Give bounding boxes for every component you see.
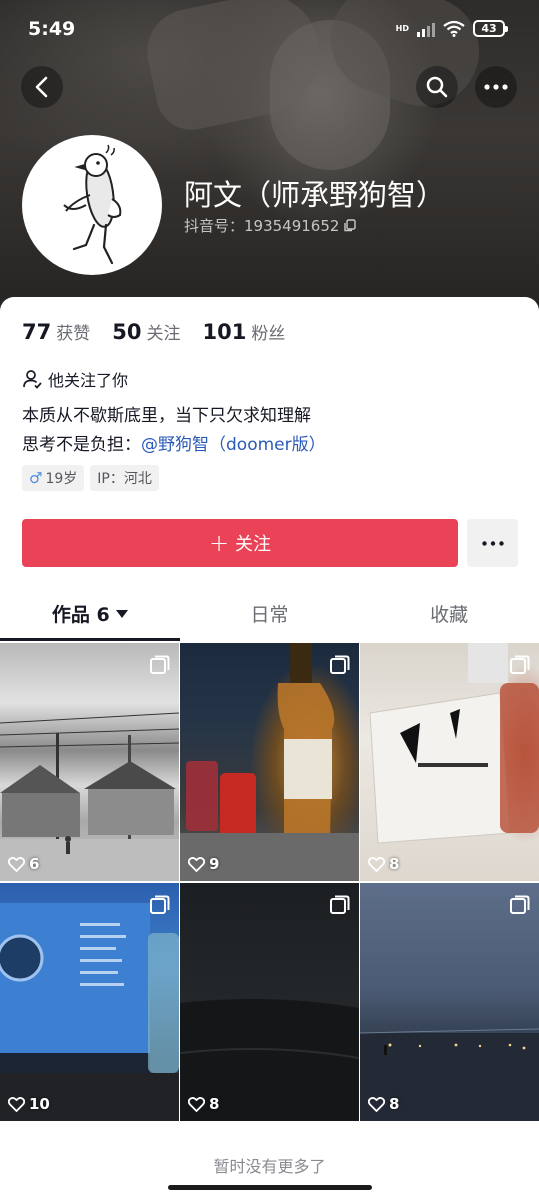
search-icon bbox=[426, 76, 448, 98]
multi-image-icon bbox=[330, 895, 350, 914]
home-indicator[interactable] bbox=[168, 1185, 372, 1190]
male-icon: ♂ bbox=[29, 469, 43, 487]
post-likes: 8 bbox=[368, 855, 399, 873]
post-likes-count: 8 bbox=[209, 1095, 220, 1113]
post-likes: 8 bbox=[188, 1095, 219, 1113]
sea-dusk-photo-image bbox=[360, 1028, 539, 1121]
post-likes-count: 8 bbox=[389, 855, 400, 873]
dark-night-photo-image bbox=[180, 999, 359, 1121]
multi-image-icon bbox=[510, 655, 530, 674]
bottles-photo-image bbox=[180, 643, 359, 881]
post-likes: 10 bbox=[8, 1095, 50, 1113]
post-likes-count: 8 bbox=[389, 1095, 400, 1113]
bio-line-2-text: 思考不是负担： bbox=[22, 435, 141, 455]
post-thumbnail[interactable]: 10 bbox=[0, 883, 179, 1121]
age-text: 19岁 bbox=[45, 471, 78, 487]
search-button[interactable] bbox=[416, 66, 458, 108]
follows-you-text: 他关注了你 bbox=[48, 371, 129, 390]
post-thumbnail[interactable]: 8 bbox=[360, 883, 539, 1121]
follow-button-label: 关注 bbox=[235, 534, 272, 555]
avatar[interactable] bbox=[22, 135, 162, 275]
stat-following-label: 关注 bbox=[146, 324, 181, 344]
more-options-button[interactable] bbox=[475, 66, 517, 108]
post-thumbnail[interactable]: 9 bbox=[180, 643, 359, 881]
post-likes-count: 10 bbox=[29, 1095, 50, 1113]
post-likes: 9 bbox=[188, 855, 219, 873]
post-likes: 6 bbox=[8, 855, 39, 873]
stat-following-number: 50 bbox=[112, 320, 142, 344]
stat-likes-number: 77 bbox=[22, 320, 52, 344]
heart-icon bbox=[368, 856, 385, 872]
multi-image-icon bbox=[510, 895, 530, 914]
bio-line-2: 思考不是负担：@野狗智（doomer版） bbox=[22, 431, 326, 460]
heart-icon bbox=[188, 856, 205, 872]
tab-favorites[interactable]: 收藏 bbox=[359, 595, 539, 641]
plus-icon: + bbox=[208, 529, 230, 557]
tablet-music-photo-image bbox=[0, 903, 179, 1121]
content-tabs: 作品 6 日常 收藏 bbox=[0, 595, 539, 641]
post-thumbnail[interactable]: 8 bbox=[360, 643, 539, 881]
status-icons: HD 43 bbox=[395, 20, 508, 37]
stat-followers-label: 粉丝 bbox=[251, 324, 286, 344]
post-likes: 8 bbox=[368, 1095, 399, 1113]
battery-icon: 43 bbox=[473, 20, 508, 37]
bio-mention-link[interactable]: @野狗智（doomer版） bbox=[141, 435, 326, 455]
multi-image-icon bbox=[150, 655, 170, 674]
bio-line-1: 本质从不歇斯底里，当下只欠求知理解 bbox=[22, 406, 311, 426]
douyin-id[interactable]: 抖音号：1935491652 bbox=[184, 215, 357, 236]
no-more-content-tip: 暂时没有更多了 bbox=[213, 1157, 326, 1176]
stat-likes[interactable]: 77 获赞 bbox=[22, 319, 90, 344]
book-photo-image bbox=[369, 643, 539, 844]
heart-icon bbox=[368, 1096, 385, 1112]
post-likes-count: 6 bbox=[29, 855, 40, 873]
more-dots-icon bbox=[484, 84, 508, 90]
multi-image-icon bbox=[330, 655, 350, 674]
follows-you-indicator: 他关注了你 bbox=[22, 367, 128, 391]
follow-button[interactable]: + 关注 bbox=[22, 519, 458, 567]
multi-image-icon bbox=[150, 895, 170, 914]
more-dots-icon bbox=[481, 540, 504, 546]
profile-nickname: 阿文（师承野狗智） bbox=[184, 178, 446, 212]
posts-grid: 6 9 8 10 8 8 bbox=[0, 643, 539, 1121]
copy-icon[interactable] bbox=[343, 219, 357, 232]
back-button[interactable] bbox=[21, 66, 63, 108]
user-follow-icon bbox=[23, 370, 42, 389]
chevron-left-icon bbox=[35, 76, 48, 98]
caret-down-icon[interactable] bbox=[115, 610, 128, 618]
stat-followers-number: 101 bbox=[202, 320, 247, 344]
status-bar: 5:49 HD 43 bbox=[0, 0, 539, 58]
gender-age-tag: ♂ 19岁 bbox=[22, 465, 85, 491]
bird-drawing-avatar-image bbox=[63, 144, 122, 265]
post-likes-count: 9 bbox=[209, 855, 220, 873]
tab-works[interactable]: 作品 6 bbox=[0, 595, 180, 641]
tab-daily[interactable]: 日常 bbox=[180, 595, 360, 641]
wifi-icon bbox=[443, 20, 465, 37]
post-thumbnail[interactable]: 8 bbox=[180, 883, 359, 1121]
ip-location-tag: IP：河北 bbox=[90, 465, 159, 491]
post-thumbnail[interactable]: 6 bbox=[0, 643, 179, 881]
profile-tags: ♂ 19岁 IP：河北 bbox=[22, 465, 159, 491]
network-hd-label: HD bbox=[395, 23, 409, 33]
douyin-id-text: 抖音号：1935491652 bbox=[184, 217, 340, 235]
tab-works-label: 作品 6 bbox=[51, 604, 110, 626]
profile-stats: 77 获赞 50 关注 101 粉丝 bbox=[22, 319, 285, 344]
street-photo-image bbox=[0, 712, 179, 881]
profile-bio: 本质从不歇斯底里，当下只欠求知理解 思考不是负担：@野狗智（doomer版） bbox=[22, 402, 326, 460]
follow-more-button[interactable] bbox=[467, 519, 518, 567]
stat-following[interactable]: 50 关注 bbox=[112, 319, 180, 344]
signal-icon bbox=[417, 21, 435, 37]
heart-icon bbox=[8, 856, 25, 872]
heart-icon bbox=[188, 1096, 205, 1112]
heart-icon bbox=[8, 1096, 25, 1112]
stat-followers[interactable]: 101 粉丝 bbox=[202, 319, 285, 344]
stat-likes-label: 获赞 bbox=[56, 324, 91, 344]
ip-location-text: IP：河北 bbox=[97, 471, 152, 487]
status-time: 5:49 bbox=[28, 18, 76, 40]
